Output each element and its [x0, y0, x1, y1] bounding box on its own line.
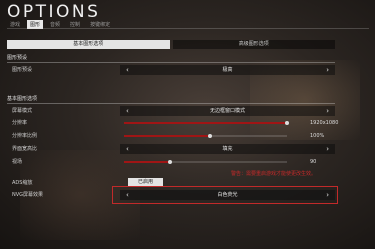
slider-track [124, 120, 289, 125]
row-resolution-scale: 分辨率比例 100% [7, 131, 335, 141]
row-fov: 视场 90 [7, 157, 335, 167]
resolution-scale-slider[interactable]: 100% [120, 131, 335, 141]
row-label: 分辨率比例 [12, 133, 38, 139]
chevron-right-icon[interactable]: › [326, 190, 329, 200]
chevron-right-icon[interactable]: › [326, 106, 329, 116]
section-header-preset: 图形预设 [7, 54, 335, 63]
row-label: 屏幕模式 [12, 108, 33, 114]
subtab-advanced-graphics[interactable]: 高级图形选项 [172, 40, 335, 49]
selector-value: 白色荧光 [217, 192, 238, 198]
chevron-right-icon[interactable]: › [326, 65, 329, 75]
slider-handle[interactable] [208, 133, 213, 138]
selector-value: 无边框窗口模式 [209, 108, 245, 114]
row-label: NVG屏幕效果 [12, 192, 44, 198]
row-nvg-screen-effect: NVG屏幕效果 ‹ 白色荧光 › [7, 190, 335, 200]
selector-value: 极高 [222, 67, 233, 73]
nvg-effect-selector[interactable]: ‹ 白色荧光 › [120, 190, 335, 200]
row-label: 分辨率 [12, 120, 28, 126]
row-label: ADS缩放 [12, 180, 33, 186]
fov-slider[interactable]: 90 [120, 157, 335, 167]
subtab-basic-graphics[interactable]: 基本图形选项 [7, 40, 170, 49]
display-mode-selector[interactable]: ‹ 无边框窗口模式 › [120, 106, 335, 116]
chevron-right-icon[interactable]: › [326, 144, 329, 154]
row-label: 视场 [12, 159, 23, 165]
slider-value: 100% [310, 133, 325, 139]
slider-value: 1920x1080 [310, 120, 339, 126]
slider-handle[interactable] [285, 120, 289, 125]
slider-fill [124, 135, 211, 137]
aspect-ratio-selector[interactable]: ‹ 填充 › [120, 144, 335, 154]
graphics-preset-selector[interactable]: ‹ 极高 › [120, 65, 335, 75]
row-label: 界面宽高比 [12, 146, 38, 152]
tab-divider [7, 28, 369, 29]
row-graphics-preset: 图形预设 ‹ 极高 › [7, 65, 335, 75]
row-aspect-ratio: 界面宽高比 ‹ 填充 › [7, 144, 335, 154]
restart-warning-text: 警告：需要重启游戏才能使更改生效。 [231, 171, 317, 177]
slider-value: 90 [310, 159, 317, 165]
section-header-basic: 基本图形选项 [7, 95, 335, 104]
row-display-mode: 屏幕模式 ‹ 无边框窗口模式 › [7, 106, 335, 116]
slider-fill [124, 161, 170, 163]
page-title: OPTIONS [7, 2, 101, 22]
slider-handle[interactable] [167, 159, 172, 164]
slider-fill [124, 122, 287, 124]
slider-track [124, 133, 287, 138]
graphics-subtabs: 基本图形选项 高级图形选项 [7, 40, 335, 49]
selector-value: 填充 [222, 146, 233, 152]
resolution-slider[interactable]: 1920x1080 [120, 118, 339, 128]
row-label: 图形预设 [12, 67, 33, 73]
slider-track [124, 159, 287, 164]
row-resolution: 分辨率 1920x1080 [7, 118, 339, 128]
